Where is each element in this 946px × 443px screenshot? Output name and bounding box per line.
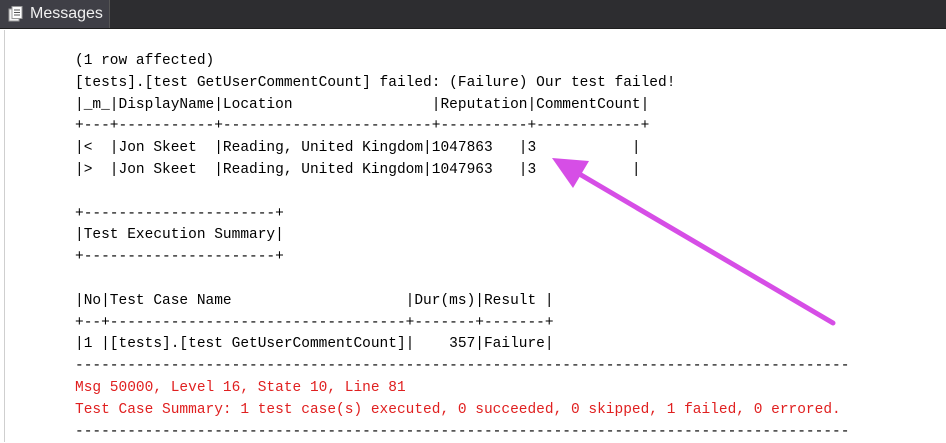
output-line: |_m_|DisplayName|Location |Reputation|Co… [75,96,650,113]
messages-output: (1 row affected) [tests].[test GetUserCom… [75,51,849,443]
output-line: |1 |[tests].[test GetUserCommentCount]| … [75,336,554,353]
output-line: +----------------------+ [75,205,284,222]
messages-tab[interactable]: Messages [0,0,110,28]
output-line: ----------------------------------------… [75,423,850,440]
messages-icon [8,6,23,22]
messages-pane[interactable]: (1 row affected) [tests].[test GetUserCom… [4,30,942,442]
output-line: +----------------------+ [75,249,284,266]
output-line: ----------------------------------------… [75,358,850,375]
messages-tab-label: Messages [30,5,103,22]
output-line: +---+-----------+-----------------------… [75,118,650,135]
output-line: [tests].[test GetUserCommentCount] faile… [75,74,676,91]
error-message-line: Test Case Summary: 1 test case(s) execut… [75,401,841,418]
output-line: |< |Jon Skeet |Reading, United Kingdom|1… [75,140,641,157]
output-line: (1 row affected) [75,53,215,69]
output-line: |> |Jon Skeet |Reading, United Kingdom|1… [75,161,641,178]
output-line: +--+----------------------------------+-… [75,314,554,331]
output-line: |No|Test Case Name |Dur(ms)|Result | [75,292,554,309]
error-message-line: Msg 50000, Level 16, State 10, Line 81 [75,379,406,396]
output-line: |Test Execution Summary| [75,227,284,244]
results-tab-bar: Messages [0,0,946,29]
